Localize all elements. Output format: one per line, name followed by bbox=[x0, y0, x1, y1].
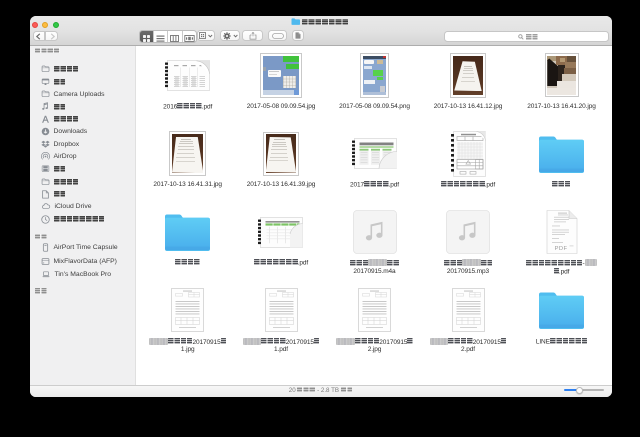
svg-text:PDF: PDF bbox=[554, 246, 567, 252]
